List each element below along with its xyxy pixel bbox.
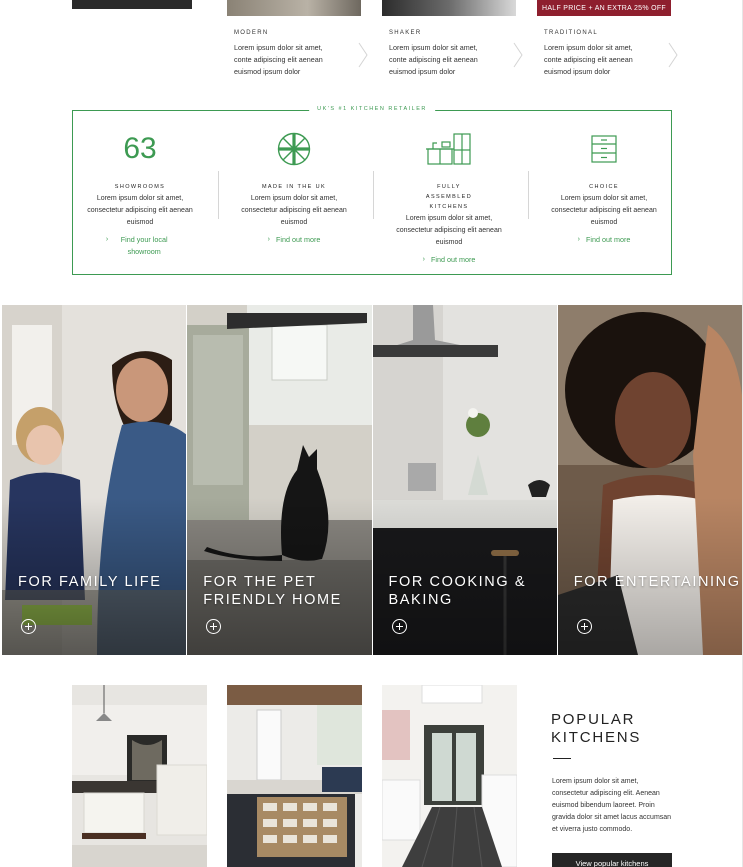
style-card-traditional[interactable]: TRADITIONAL Lorem ipsum dolor sit amet, … <box>544 30 678 78</box>
link-label: Find your local showroom <box>120 235 168 256</box>
chevron-right-icon: › <box>267 236 270 243</box>
find-showroom-link[interactable]: › Find your local showroom <box>65 234 215 258</box>
family-photo <box>2 305 187 655</box>
find-out-more-link[interactable]: › Find out more <box>219 234 369 246</box>
popular-kitchen-image-2[interactable] <box>227 685 362 867</box>
kitchen-units-icon <box>426 133 471 165</box>
feature-made-in-uk: MADE IN THE UK Lorem ipsum dolor sit ame… <box>219 129 369 246</box>
chevron-right-icon[interactable] <box>358 42 368 68</box>
popular-kitchens-description: Lorem ipsum dolor sit amet, consectetur … <box>552 778 672 833</box>
chevron-right-icon[interactable] <box>513 42 523 68</box>
panel-pet-friendly[interactable]: FOR THE PET FRIENDLY HOME <box>186 305 372 655</box>
link-label: Find out more <box>586 235 631 244</box>
top-image-fragment[interactable] <box>72 0 192 9</box>
feature-title: MADE IN THE UK <box>261 184 327 190</box>
chevron-right-icon: › <box>577 236 580 243</box>
feature-fully-assembled: FULLY ASSEMBLED KITCHENS Lorem ipsum dol… <box>374 129 524 266</box>
popular-kitchen-image-3[interactable] <box>382 685 517 867</box>
traditional-kitchen-thumbnail[interactable]: HALF PRICE + AN EXTRA 25% OFF <box>537 0 671 16</box>
style-title: MODERN <box>234 30 269 36</box>
feature-title: FULLY ASSEMBLED KITCHENS <box>425 184 473 210</box>
promo-banner: HALF PRICE + AN EXTRA 25% OFF <box>541 4 667 12</box>
feature-title: SHOWROOMS <box>114 184 166 190</box>
entertaining-photo <box>557 305 742 655</box>
style-description: Lorem ipsum dolor sit amet, conte adipis… <box>234 43 323 76</box>
panel-cooking-baking[interactable]: FOR COOKING & BAKING <box>371 305 557 655</box>
style-card-shaker[interactable]: SHAKER Lorem ipsum dolor sit amet, conte… <box>389 30 523 78</box>
plus-circle-icon[interactable] <box>391 619 407 634</box>
style-card-modern[interactable]: MODERN Lorem ipsum dolor sit amet, conte… <box>234 30 368 78</box>
style-description: Lorem ipsum dolor sit amet, conte adipis… <box>389 43 478 76</box>
panel-caption: FOR COOKING & BAKING <box>388 574 527 608</box>
find-out-more-link[interactable]: › Find out more <box>374 254 524 266</box>
retailer-features-box: UK'S #1 KITCHEN RETAILER 63 SHOWROOMS Lo… <box>72 106 672 275</box>
union-flag-icon <box>277 132 311 166</box>
panel-entertaining[interactable]: FOR ENTERTAINING <box>556 305 742 655</box>
feature-description: Lorem ipsum dolor sit amet, consectetur … <box>551 195 657 226</box>
panel-caption: FOR ENTERTAINING <box>573 574 741 590</box>
modern-kitchen-thumbnail[interactable] <box>227 0 361 16</box>
kitchen-photo <box>227 685 362 867</box>
title-underline <box>553 758 571 759</box>
retailer-heading: UK'S #1 KITCHEN RETAILER <box>309 106 435 112</box>
chevron-right-icon: › <box>105 236 109 243</box>
panel-family-life[interactable]: FOR FAMILY LIFE <box>2 305 187 655</box>
popular-kitchen-image-1[interactable] <box>72 685 207 867</box>
chevron-right-icon[interactable] <box>668 42 678 68</box>
feature-showrooms: 63 SHOWROOMS Lorem ipsum dolor sit amet,… <box>65 129 215 258</box>
feature-description: Lorem ipsum dolor sit amet, consectetur … <box>87 195 193 226</box>
style-title: SHAKER <box>389 30 422 36</box>
plus-circle-icon[interactable] <box>21 619 36 634</box>
kitchen-photo <box>72 685 207 867</box>
showroom-count: 63 <box>123 132 157 165</box>
plus-circle-icon[interactable] <box>576 619 592 634</box>
panel-caption: FOR THE PET FRIENDLY HOME <box>203 574 342 608</box>
style-title: TRADITIONAL <box>544 30 598 36</box>
feature-description: Lorem ipsum dolor sit amet, consectetur … <box>241 195 347 226</box>
drawer-unit-icon <box>591 135 617 163</box>
chevron-right-icon: › <box>422 256 425 263</box>
style-description: Lorem ipsum dolor sit amet, conte adipis… <box>544 43 633 76</box>
link-label: Find out more <box>431 255 476 264</box>
feature-choice: CHOICE Lorem ipsum dolor sit amet, conse… <box>529 129 679 246</box>
feature-title: CHOICE <box>589 184 619 190</box>
popular-kitchens-title: POPULAR KITCHENS <box>551 711 642 746</box>
lifestyle-panels: FOR FAMILY LIFE FOR THE PET FRIENDLY HOM… <box>2 305 742 655</box>
feature-description: Lorem ipsum dolor sit amet, consectetur … <box>396 215 502 246</box>
kitchen-photo <box>382 685 517 867</box>
view-popular-kitchens-button[interactable]: View popular kitchens <box>552 853 672 867</box>
find-out-more-link[interactable]: › Find out more <box>529 234 679 246</box>
shaker-kitchen-thumbnail[interactable] <box>382 0 516 16</box>
link-label: Find out more <box>276 235 321 244</box>
panel-caption: FOR FAMILY LIFE <box>18 574 162 590</box>
